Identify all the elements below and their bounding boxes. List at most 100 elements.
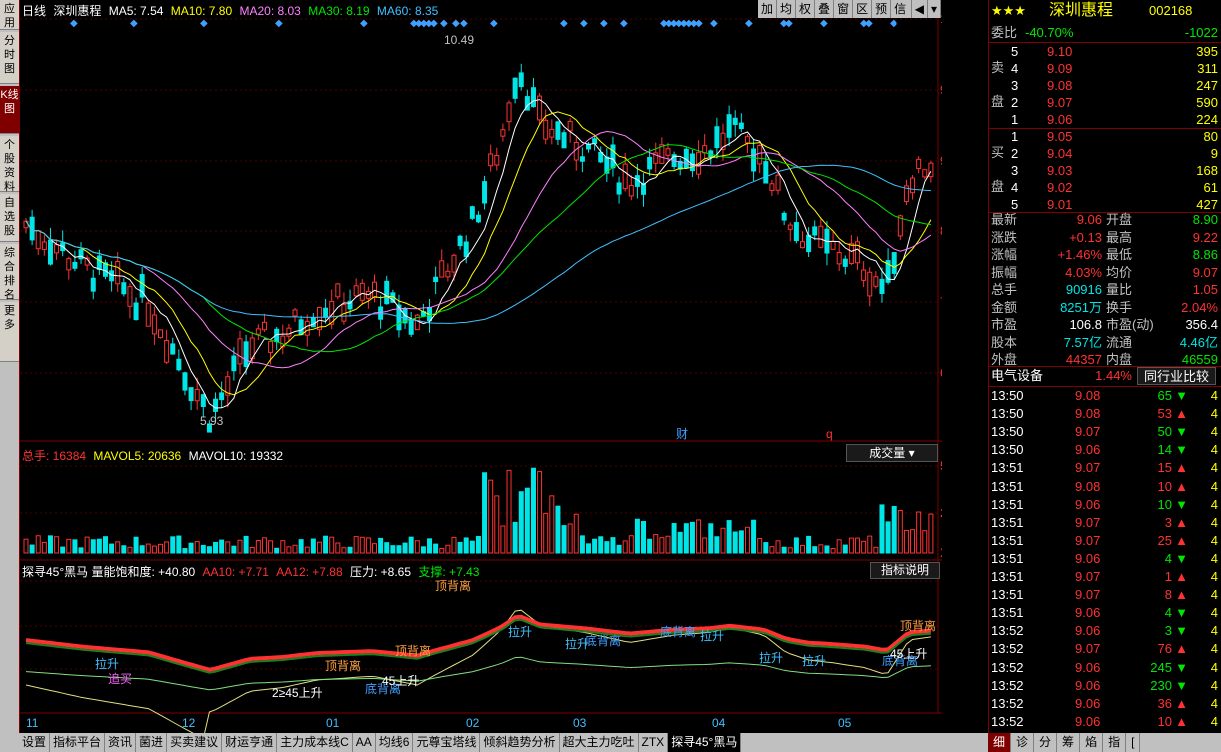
stat-row: 总手 90916 量比 1.05 — [989, 281, 1221, 299]
volume-bar — [170, 536, 176, 554]
quote-panel-tab[interactable]: 诊 — [1011, 733, 1035, 752]
sidebar-tab[interactable]: 自选股 — [0, 194, 19, 242]
indicator-tab[interactable]: AA — [353, 733, 376, 752]
volume-bar — [316, 541, 322, 554]
indicator-tabs: 设置 指标平台 资讯 菌进 买卖建议 财运亨通 主力成本线C AA 均线6 元尊宝塔线 倾斜趋势分析… — [19, 733, 988, 752]
candle-body — [359, 282, 365, 301]
tick-count: 4 — [1210, 514, 1218, 530]
tick-row: 13:51 9.07 1 ▲ 4 — [989, 568, 1221, 586]
chart-toolbar: 加均权叠窗区预信息 ◀ ▾ — [758, 0, 941, 34]
candle-body — [494, 154, 500, 166]
candle-body — [561, 132, 567, 149]
candle-body — [549, 128, 555, 138]
stat-value: 7.57亿 — [1063, 334, 1102, 350]
indicator-tab[interactable]: 买卖建议 — [167, 733, 223, 752]
volume-bar — [579, 535, 585, 554]
quote-panel-tab[interactable]: 焰 — [1080, 733, 1104, 752]
chevron-down-icon[interactable]: ▾ — [928, 0, 941, 18]
chart-tool-button[interactable]: 加 — [758, 0, 778, 18]
volume-bar — [255, 539, 261, 554]
volume-bar — [781, 546, 787, 554]
chart-tool-button[interactable]: 窗 — [834, 0, 854, 18]
sidebar-tab[interactable]: 个股资料 — [0, 136, 19, 193]
quote-panel-tab[interactable]: 细 — [988, 733, 1012, 752]
tick-time: 13:50 — [991, 406, 1024, 422]
candle-body — [115, 260, 121, 285]
indicator-annotation: 追买 — [108, 671, 132, 686]
candle-body — [567, 120, 573, 132]
sidebar-tab[interactable]: 应用 — [0, 0, 19, 30]
kline-chart-area[interactable]: 10.749.919.068.227.376.535779328896X10+1… — [19, 0, 942, 733]
weibi-value: -40.70% — [1025, 25, 1074, 40]
tick-volume: 25 — [1157, 532, 1172, 548]
indicator-tab[interactable]: ZTX — [639, 733, 669, 752]
stock-name-label: 深圳惠程 — [53, 4, 102, 18]
candle-body — [585, 143, 591, 150]
indicator-tab[interactable]: 探寻45°黑马 — [668, 733, 742, 752]
quote-panel-tab[interactable]: 指 — [1103, 733, 1127, 752]
quote-panel-tab[interactable]: 分 — [1034, 733, 1058, 752]
industry-row: 电气设备 1.44% 同行业比较 — [989, 367, 1221, 385]
stat-value: 356.4 — [1185, 317, 1218, 332]
stat-label: 市盈 — [991, 317, 1018, 332]
indicator-tab[interactable]: 元尊宝塔线 — [413, 733, 481, 752]
volume-bar — [96, 538, 102, 554]
volume-bar — [323, 535, 329, 554]
volume-bar — [72, 539, 78, 554]
indicator-tab[interactable]: 倾斜趋势分析 — [480, 733, 560, 752]
volume-bar — [372, 543, 378, 554]
indicator-tab[interactable]: 资讯 — [105, 733, 137, 752]
volume-bar — [916, 511, 922, 554]
signal-diamond-icon: ◆ — [785, 18, 793, 29]
speaker-icon[interactable]: ◀ — [912, 0, 928, 18]
volume-bar — [237, 539, 243, 554]
ma30-label: MA30: 8.19 — [308, 4, 370, 18]
chart-canvas[interactable]: 10.749.919.068.227.376.535779328896X10+1… — [20, 0, 942, 733]
chart-tool-button[interactable]: 信息 — [891, 0, 912, 34]
tick-price: 9.07 — [1075, 532, 1101, 548]
volume-total-label: 总手: 16384 — [22, 449, 87, 463]
candle-body — [500, 129, 506, 137]
low-price-label: 5.93 — [200, 414, 224, 428]
indicator-tab[interactable]: 指标平台 — [50, 733, 106, 752]
candle-body — [922, 169, 928, 178]
chart-tool-button[interactable]: 叠 — [815, 0, 835, 18]
candle-body — [628, 185, 634, 197]
candle-body — [910, 177, 916, 194]
indicator-tab[interactable]: 设置 — [19, 733, 51, 752]
indicator-tab[interactable]: 超大主力吃吐 — [560, 733, 639, 752]
volume-bar — [200, 544, 206, 554]
indicator-tab[interactable]: 菌进 — [136, 733, 168, 752]
sidebar-tab[interactable]: 分时图 — [0, 32, 19, 84]
candle-body — [555, 121, 561, 140]
tick-row: 13:51 9.07 3 ▲ 4 — [989, 514, 1221, 532]
sidebar-tab[interactable]: K线图 — [0, 86, 19, 134]
candle-body — [78, 249, 84, 260]
tick-time: 13:51 — [991, 460, 1024, 476]
candle-body — [121, 282, 127, 295]
chart-tool-button[interactable]: 预 — [872, 0, 892, 18]
arrow-down-icon: ▼ — [1175, 424, 1188, 440]
candle-body — [457, 235, 463, 247]
candle-body — [286, 327, 292, 337]
sidebar-tab[interactable]: 更多 — [0, 302, 19, 362]
stat-value: 1.05 — [1192, 282, 1218, 297]
tick-count: 4 — [1210, 605, 1218, 621]
indicator-tab[interactable]: 财运亨通 — [222, 733, 278, 752]
volume-indicator-dropdown[interactable]: 成交量 ▾ — [846, 444, 938, 462]
industry-compare-button[interactable]: 同行业比较 — [1137, 367, 1217, 385]
sidebar-tab[interactable]: 综合排名 — [0, 244, 19, 301]
chart-tool-button[interactable]: 区 — [853, 0, 873, 18]
candle-body — [164, 340, 170, 363]
arrow-down-icon: ▼ — [1175, 605, 1188, 621]
chart-tool-button[interactable]: 均 — [777, 0, 797, 18]
candle-body — [353, 285, 359, 297]
quote-panel-tab[interactable]: [ — [1126, 733, 1141, 752]
date-tick-label: 05 — [838, 716, 852, 730]
indicator-tab[interactable]: 主力成本线C — [277, 733, 353, 752]
indicator-help-button[interactable]: 指标说明 — [870, 562, 940, 579]
chart-tool-button[interactable]: 权 — [796, 0, 816, 18]
indicator-tab[interactable]: 均线6 — [376, 733, 414, 752]
quote-panel-tab[interactable]: 筹 — [1057, 733, 1081, 752]
volume-bar — [145, 543, 151, 554]
